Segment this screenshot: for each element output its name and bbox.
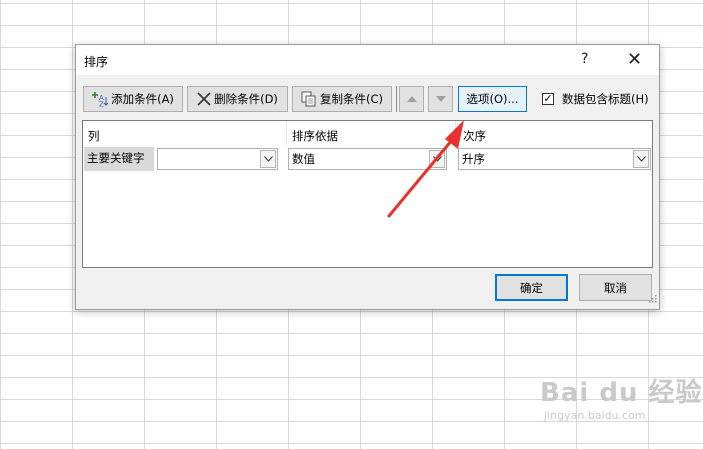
svg-text:Z: Z: [99, 101, 104, 108]
baidu-watermark: Bai du 经验 jingyan.baidu.com: [540, 372, 703, 422]
dropdown-arrow-icon[interactable]: [633, 150, 649, 168]
has-headers-label: 数据包含标题(H): [562, 92, 649, 106]
column-header: 列: [88, 129, 100, 143]
has-headers-checkbox[interactable]: ✓ 数据包含标题(H): [542, 91, 649, 107]
sort-levels-grid: 列 排序依据 次序 主要关键字 数值 升序: [82, 120, 653, 268]
options-button[interactable]: 选项(O)...: [458, 86, 527, 112]
header-divider: [455, 121, 456, 145]
order-header: 次序: [463, 129, 486, 143]
dialog-title: 排序: [84, 55, 109, 69]
move-up-icon: [406, 92, 417, 106]
toolbar-separator: [396, 86, 397, 112]
dropdown-arrow-icon[interactable]: [429, 150, 445, 168]
cancel-button[interactable]: 取消: [579, 274, 652, 301]
sort-on-header: 排序依据: [292, 129, 338, 143]
move-down-button[interactable]: [428, 86, 453, 112]
ok-label: 确定: [520, 280, 543, 295]
resize-grip-icon[interactable]: [648, 288, 657, 307]
order-select[interactable]: 升序: [458, 148, 651, 170]
delete-condition-icon: [197, 92, 211, 106]
ok-button[interactable]: 确定: [495, 274, 568, 301]
close-button[interactable]: ✕: [627, 49, 642, 70]
delete-condition-label: 删除条件(D): [214, 92, 278, 106]
cancel-label: 取消: [604, 280, 627, 295]
add-condition-button[interactable]: A Z 添加条件(A): [83, 86, 183, 112]
order-select-value: 升序: [462, 152, 485, 166]
options-label: 选项(O)...: [466, 92, 519, 106]
header-divider: [286, 121, 287, 145]
sort-level-label: 主要关键字: [84, 147, 154, 171]
column-select[interactable]: [157, 148, 278, 170]
move-up-button[interactable]: [399, 86, 424, 112]
copy-condition-label: 复制条件(C): [319, 92, 383, 106]
dropdown-arrow-icon[interactable]: [260, 150, 276, 168]
sort-dialog: 排序 ? ✕ A Z 添加条件(A) 删除条件(D) 复制条件(C) 选项(O)…: [75, 44, 660, 310]
title-bar: 排序 ? ✕: [76, 45, 659, 75]
copy-condition-icon: [301, 91, 317, 107]
sort-on-select[interactable]: 数值: [288, 148, 447, 170]
checkbox-check-icon[interactable]: ✓: [542, 93, 554, 105]
copy-condition-button[interactable]: 复制条件(C): [292, 86, 392, 112]
help-button[interactable]: ?: [581, 51, 588, 67]
watermark-sub: jingyan.baidu.com: [544, 409, 646, 422]
watermark-main: Bai du 经验: [540, 378, 703, 408]
delete-condition-button[interactable]: 删除条件(D): [187, 86, 288, 112]
move-down-icon: [435, 92, 446, 106]
sort-on-select-value: 数值: [292, 152, 315, 166]
add-condition-icon: A Z: [92, 91, 109, 108]
add-condition-label: 添加条件(A): [111, 92, 174, 106]
